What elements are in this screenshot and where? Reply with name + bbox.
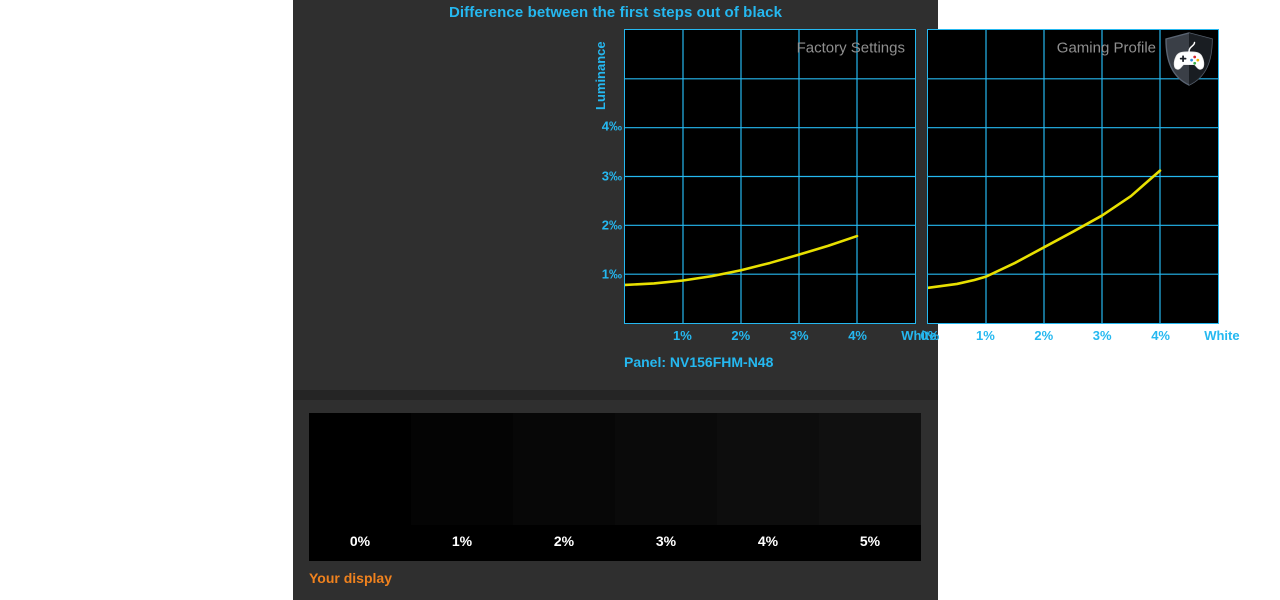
y-axis-tick-labels: 1‰ 2‰ 3‰ 4‰ (583, 28, 622, 323)
panel-divider (293, 390, 938, 400)
step-label: 4% (757, 533, 779, 549)
x-tick-right-5: White (1204, 328, 1240, 343)
y-tick-1: 1‰ (601, 266, 622, 282)
display-test-widget: Difference between the first steps out o… (293, 0, 1240, 600)
black-steps-panel: 0% 1% 2% 3% 4% 5% Your display (293, 400, 938, 600)
step-label: 2% (553, 533, 575, 549)
gamepad-shield-icon-svg (1165, 32, 1213, 86)
step-cell: 4% (717, 413, 819, 561)
step-cell: 1% (411, 413, 513, 561)
step-cell: 0% (309, 413, 411, 561)
x-tick-right-3: 3% (1092, 328, 1112, 343)
step-label: 5% (859, 533, 881, 549)
screenshot-root: Difference between the first steps out o… (0, 0, 1280, 600)
grid-lines (625, 30, 915, 323)
chart-gaming-profile: Gaming Profile (927, 29, 1219, 324)
step-swatch (717, 413, 819, 525)
step-cell: 2% (513, 413, 615, 561)
chart-label-gaming-profile: Gaming Profile (1056, 39, 1156, 57)
x-tick-right-4: 4% (1151, 328, 1170, 343)
x-tick-left-2: 2% (731, 328, 751, 343)
x-tick-left-1: 1% (672, 328, 692, 343)
step-swatch (819, 413, 921, 525)
step-cell: 5% (819, 413, 921, 561)
step-swatch (513, 413, 615, 525)
step-label: 0% (349, 533, 371, 549)
y-tick-3: 3‰ (601, 168, 622, 183)
x-axis-tick-labels-left: 1% 2% 3% 4% White (624, 328, 937, 346)
your-display-caption: Your display (309, 570, 392, 586)
step-label: 3% (655, 533, 677, 549)
x-tick-right-2: 2% (1034, 328, 1054, 343)
x-axis-tick-labels-right: 0% 1% 2% 3% 4% White (921, 328, 1240, 346)
step-label: 1% (451, 533, 473, 549)
chart-label-factory-settings: Factory Settings (796, 39, 905, 57)
chart-factory-settings: Factory Settings (624, 29, 916, 324)
y-tick-2: 2‰ (601, 217, 622, 233)
x-tick-right-1: 1% (975, 328, 995, 343)
step-swatch (615, 413, 717, 525)
black-level-step-strip: 0% 1% 2% 3% 4% 5% (309, 413, 921, 561)
x-tick-right-0: 0% (920, 328, 940, 343)
step-swatch (309, 413, 411, 525)
gamepad-shield-icon (1162, 31, 1216, 87)
step-swatch (411, 413, 513, 525)
luminance-chart-panel: Difference between the first steps out o… (293, 0, 1240, 390)
page-title: Difference between the first steps out o… (448, 4, 783, 21)
y-tick-4: 4‰ (601, 118, 622, 134)
panel-model-caption: Panel: NV156FHM-N48 (624, 354, 774, 370)
x-tick-left-3: 3% (789, 328, 809, 343)
factory-settings-plot-svg (625, 30, 915, 323)
x-tick-left-4: 4% (848, 328, 867, 343)
step-cell: 3% (615, 413, 717, 561)
